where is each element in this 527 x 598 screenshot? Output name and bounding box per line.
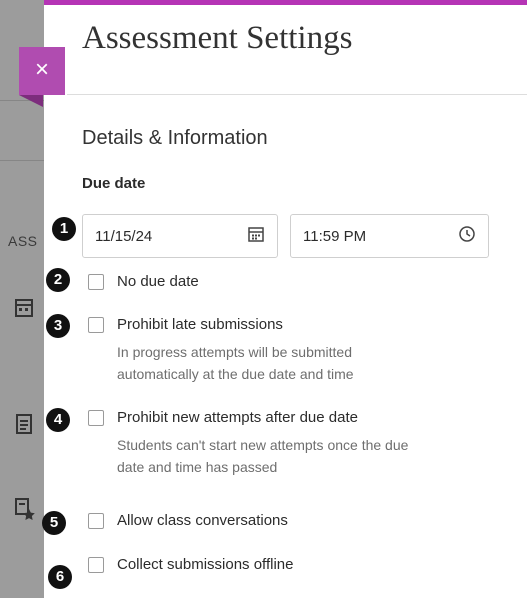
close-icon: ×: [34, 56, 49, 83]
background-partial-text: ASS: [8, 233, 38, 249]
document-icon: [14, 412, 36, 436]
prohibit-late-submissions-help-1: In progress attempts will be submitted: [117, 344, 352, 360]
clock-icon[interactable]: [458, 225, 476, 247]
due-date-value: 11/15/24: [95, 227, 153, 245]
grade-star-icon: [14, 497, 36, 521]
page-title: Assessment Settings: [82, 20, 353, 56]
prohibit-new-attempts-checkbox[interactable]: [88, 410, 104, 426]
allow-class-conversations-label: Allow class conversations: [117, 512, 288, 529]
prohibit-new-attempts-label: Prohibit new attempts after due date: [117, 409, 358, 426]
due-time-value: 11:59 PM: [303, 227, 367, 245]
prohibit-late-submissions-help-2: automatically at the due date and time: [117, 366, 354, 382]
step-marker-3: 3: [46, 314, 70, 338]
due-date-input[interactable]: 11/15/24: [82, 214, 278, 258]
panel-accent-bar: [44, 0, 527, 5]
collect-submissions-offline-label: Collect submissions offline: [117, 556, 294, 573]
step-marker-6: 6: [48, 565, 72, 589]
due-time-input[interactable]: 11:59 PM: [290, 214, 489, 258]
due-date-label: Due date: [82, 175, 146, 192]
step-marker-2: 2: [46, 268, 70, 292]
close-button-tail: [19, 95, 43, 107]
section-title: Details & Information: [82, 127, 268, 149]
background-divider: [0, 160, 50, 161]
no-due-date-checkbox[interactable]: [88, 274, 104, 290]
prohibit-late-submissions-label: Prohibit late submissions: [117, 316, 283, 333]
allow-class-conversations-checkbox[interactable]: [88, 513, 104, 529]
prohibit-late-submissions-checkbox[interactable]: [88, 317, 104, 333]
prohibit-new-attempts-help-1: Students can't start new attempts once t…: [117, 437, 409, 453]
calendar-icon[interactable]: [247, 225, 265, 247]
step-marker-4: 4: [46, 408, 70, 432]
close-button[interactable]: ×: [19, 47, 65, 95]
settings-panel: [44, 0, 527, 598]
step-marker-1: 1: [52, 217, 76, 241]
calendar-icon: [14, 296, 36, 320]
prohibit-new-attempts-help-2: date and time has passed: [117, 459, 278, 475]
step-marker-5: 5: [42, 511, 66, 535]
header-divider: [67, 94, 527, 95]
collect-submissions-offline-checkbox[interactable]: [88, 557, 104, 573]
no-due-date-label: No due date: [117, 273, 199, 290]
